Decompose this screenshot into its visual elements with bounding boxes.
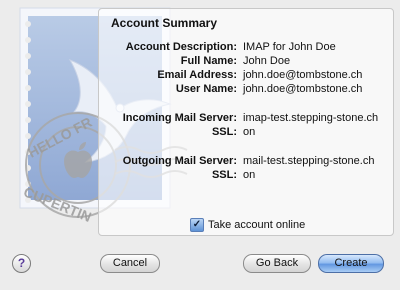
summary-row-email-address: Email Address: john.doe@tombstone.ch [99,68,393,82]
take-account-online-label: Take account online [208,219,306,231]
account-summary-panel: Account Summary Account Description: IMA… [98,8,394,236]
help-button[interactable]: ? [12,254,31,273]
panel-title: Account Summary [111,16,218,30]
row-label: User Name: [175,83,237,95]
summary-row-user-name: User Name: john.doe@tombstone.ch [99,82,393,96]
row-label: Incoming Mail Server: [122,112,237,124]
row-label: SSL: [211,169,237,181]
summary-row-outgoing-server: Outgoing Mail Server: mail-test.stepping… [99,154,393,168]
row-value: John Doe [243,55,291,67]
row-value: john.doe@tombstone.ch [243,69,363,81]
summary-row-incoming-server: Incoming Mail Server: imap-test.stepping… [99,111,393,125]
row-value: on [243,169,256,181]
row-value: IMAP for John Doe [243,41,336,53]
go-back-button[interactable]: Go Back [243,254,311,273]
row-label: SSL: [211,126,237,138]
row-label: Full Name: [180,55,237,67]
summary-row-incoming-ssl: SSL: on [99,125,393,139]
summary-row-account-description: Account Description: IMAP for John Doe [99,40,393,54]
row-label: Email Address: [157,69,237,81]
row-label: Account Description: [125,41,237,53]
checkbox-check-icon[interactable]: ✓ [190,218,204,232]
row-value: john.doe@tombstone.ch [243,83,363,95]
summary-row-full-name: Full Name: John Doe [99,54,393,68]
row-value: on [243,126,256,138]
row-value: imap-test.stepping-stone.ch [243,112,379,124]
take-account-online-checkbox[interactable]: ✓ Take account online [190,218,305,232]
row-value: mail-test.stepping-stone.ch [243,155,375,167]
summary-row-outgoing-ssl: SSL: on [99,168,393,182]
row-label: Outgoing Mail Server: [122,155,237,167]
create-button[interactable]: Create [318,254,384,273]
cancel-button[interactable]: Cancel [100,254,160,273]
